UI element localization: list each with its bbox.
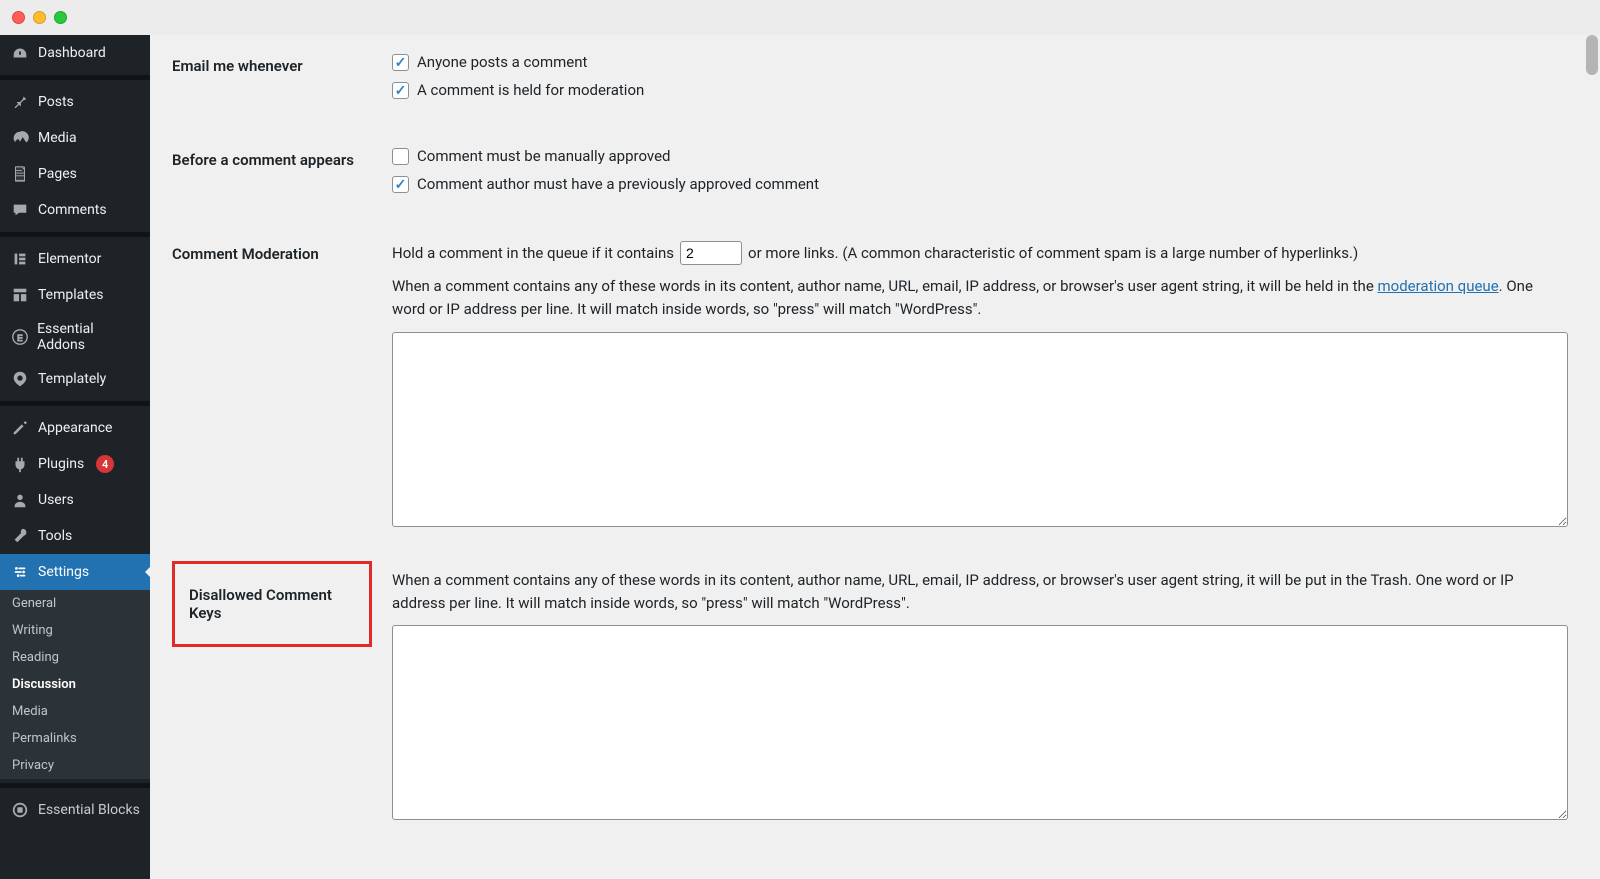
sidebar-item-essential-blocks[interactable]: Essential Blocks xyxy=(0,792,150,828)
blocks-icon xyxy=(10,800,30,820)
media-icon xyxy=(10,128,30,148)
sidebar-item-label: Settings xyxy=(38,564,89,580)
checkbox-input-held[interactable] xyxy=(392,82,409,99)
sidebar-item-posts[interactable]: Posts xyxy=(0,84,150,120)
submenu-item-media[interactable]: Media xyxy=(0,698,150,725)
sidebar-item-tools[interactable]: Tools xyxy=(0,518,150,554)
checkbox-held-moderation[interactable]: A comment is held for moderation xyxy=(392,81,1568,99)
dashboard-icon xyxy=(10,43,30,63)
users-icon xyxy=(10,490,30,510)
sidebar-item-media[interactable]: Media xyxy=(0,120,150,156)
submenu-item-permalinks[interactable]: Permalinks xyxy=(0,725,150,752)
sidebar-item-elementor[interactable]: Elementor xyxy=(0,241,150,277)
checkbox-input-anyone[interactable] xyxy=(392,54,409,71)
sidebar-item-label: Comments xyxy=(38,202,107,218)
plugin-icon xyxy=(10,454,30,474)
submenu-item-reading[interactable]: Reading xyxy=(0,644,150,671)
moderation-desc-part1: When a comment contains any of these wor… xyxy=(392,277,1378,295)
sidebar-item-templately[interactable]: Templately xyxy=(0,361,150,397)
checkbox-anyone-posts[interactable]: Anyone posts a comment xyxy=(392,53,1568,71)
section-title-before: Before a comment appears xyxy=(172,139,392,233)
content-scrollbar[interactable] xyxy=(1584,35,1600,879)
sidebar-item-plugins[interactable]: Plugins 4 xyxy=(0,446,150,482)
sidebar-item-label: Templately xyxy=(38,371,106,387)
sidebar-item-label: Essential Addons xyxy=(37,321,140,353)
sidebar-item-label: Pages xyxy=(38,166,77,182)
disallowed-desc: When a comment contains any of these wor… xyxy=(392,569,1568,616)
sidebar-item-label: Templates xyxy=(38,287,104,303)
sidebar-item-essential-addons[interactable]: Essential Addons xyxy=(0,313,150,361)
sidebar-item-label: Plugins xyxy=(38,456,84,472)
hold-links-row: Hold a comment in the queue if it contai… xyxy=(392,241,1568,265)
sidebar-item-comments[interactable]: Comments xyxy=(0,192,150,228)
checkbox-input-prev[interactable] xyxy=(392,176,409,193)
hold-text-after: or more links. (A common characteristic … xyxy=(748,244,1358,262)
checkbox-label: A comment is held for moderation xyxy=(417,81,644,99)
checkbox-manual-approve[interactable]: Comment must be manually approved xyxy=(392,147,1568,165)
menu-separator xyxy=(0,401,150,406)
checkbox-label: Anyone posts a comment xyxy=(417,53,587,71)
sidebar-item-templates[interactable]: Templates xyxy=(0,277,150,313)
sidebar-item-label: Tools xyxy=(38,528,72,544)
submenu-item-privacy[interactable]: Privacy xyxy=(0,752,150,779)
settings-submenu: GeneralWritingReadingDiscussionMediaPerm… xyxy=(0,590,150,779)
traffic-light-close[interactable] xyxy=(12,11,25,24)
sidebar-item-label: Essential Blocks xyxy=(38,802,140,818)
sidebar-item-label: Elementor xyxy=(38,251,101,267)
disallowed-keys-textarea[interactable] xyxy=(392,625,1568,820)
menu-separator xyxy=(0,232,150,237)
hold-links-input[interactable] xyxy=(680,241,742,265)
sidebar-item-label: Posts xyxy=(38,94,74,110)
traffic-light-zoom[interactable] xyxy=(54,11,67,24)
disallowed-highlight: Disallowed Comment Keys xyxy=(172,561,372,647)
sidebar-item-pages[interactable]: Pages xyxy=(0,156,150,192)
menu-separator xyxy=(0,783,150,788)
section-title-disallowed: Disallowed Comment Keys xyxy=(189,586,332,622)
ea-icon xyxy=(10,327,29,347)
window-titlebar xyxy=(0,0,1600,35)
settings-discussion-page: Email me whenever Anyone posts a comment… xyxy=(150,35,1600,879)
moderation-desc: When a comment contains any of these wor… xyxy=(392,275,1568,322)
checkbox-prev-approved[interactable]: Comment author must have a previously ap… xyxy=(392,175,1568,193)
checkbox-label: Comment author must have a previously ap… xyxy=(417,175,819,193)
sidebar-item-label: Media xyxy=(38,130,77,146)
templately-icon xyxy=(10,369,30,389)
hold-text-before: Hold a comment in the queue if it contai… xyxy=(392,244,674,262)
elementor-icon xyxy=(10,249,30,269)
pushpin-icon xyxy=(10,92,30,112)
sidebar-item-dashboard[interactable]: Dashboard xyxy=(0,35,150,71)
section-title-moderation: Comment Moderation xyxy=(172,233,392,561)
templates-icon xyxy=(10,285,30,305)
sidebar-item-label: Users xyxy=(38,492,74,508)
tools-icon xyxy=(10,526,30,546)
checkbox-label: Comment must be manually approved xyxy=(417,147,671,165)
scrollbar-thumb[interactable] xyxy=(1586,35,1598,75)
sidebar-item-label: Dashboard xyxy=(38,45,106,61)
sidebar-item-users[interactable]: Users xyxy=(0,482,150,518)
admin-sidebar: Dashboard Posts Media Pages Comments Elemento… xyxy=(0,35,150,879)
checkbox-input-manual[interactable] xyxy=(392,148,409,165)
sidebar-item-label: Appearance xyxy=(38,420,112,436)
sidebar-item-appearance[interactable]: Appearance xyxy=(0,410,150,446)
sidebar-item-settings[interactable]: Settings xyxy=(0,554,150,590)
moderation-queue-link[interactable]: moderation queue xyxy=(1378,277,1499,295)
submenu-item-general[interactable]: General xyxy=(0,590,150,617)
submenu-item-discussion[interactable]: Discussion xyxy=(0,671,150,698)
update-count-badge: 4 xyxy=(96,455,114,473)
comment-icon xyxy=(10,200,30,220)
page-icon xyxy=(10,164,30,184)
submenu-item-writing[interactable]: Writing xyxy=(0,617,150,644)
section-title-email: Email me whenever xyxy=(172,45,392,139)
appearance-icon xyxy=(10,418,30,438)
moderation-keys-textarea[interactable] xyxy=(392,332,1568,527)
settings-icon xyxy=(10,562,30,582)
menu-separator xyxy=(0,75,150,80)
traffic-light-minimize[interactable] xyxy=(33,11,46,24)
